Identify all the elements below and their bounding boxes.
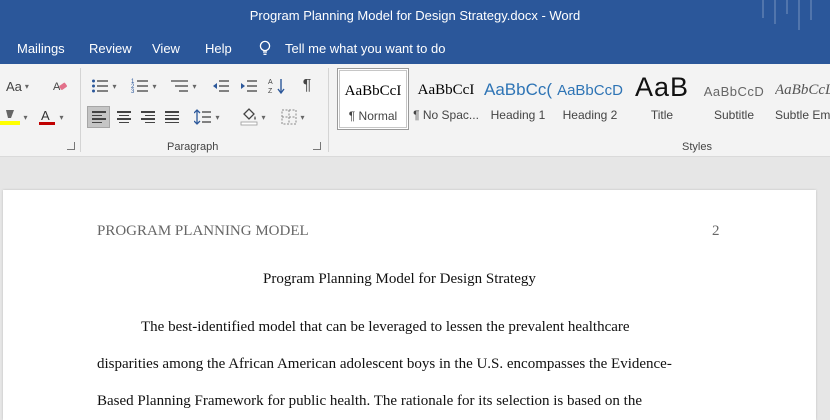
tell-me-search[interactable]: Tell me what you want to do — [285, 41, 445, 56]
page-number: 2 — [712, 223, 720, 239]
style-subtle-emphasis[interactable]: AaBbCcL Subtle Em... — [771, 68, 830, 130]
styles-group-label: Styles — [682, 141, 712, 153]
running-header: PROGRAM PLANNING MODEL — [97, 223, 309, 239]
shading-button[interactable]: ▾ — [236, 106, 270, 128]
eraser-icon: A — [53, 81, 68, 93]
style-heading-2[interactable]: AaBbCcD Heading 2 — [555, 68, 625, 130]
style-title[interactable]: AaB Title — [627, 68, 697, 130]
numbering-button[interactable]: 1 2 3 ▾ — [128, 75, 160, 97]
chevron-down-icon: ▾ — [215, 112, 220, 122]
change-case-button[interactable]: Aa ▾ — [6, 75, 29, 97]
highlighter-icon — [0, 110, 21, 125]
title-bar: Program Planning Model for Design Strate… — [0, 0, 830, 33]
paint-bucket-icon — [241, 108, 258, 126]
multilevel-list-icon — [171, 80, 189, 92]
style-name: Heading 2 — [562, 108, 618, 122]
chevron-down-icon: ▾ — [261, 112, 266, 122]
style-preview: AaB — [634, 72, 690, 102]
bullets-button[interactable]: ▾ — [88, 75, 120, 97]
chevron-down-icon: ▾ — [59, 112, 64, 122]
tab-mailings[interactable]: Mailings — [17, 41, 65, 56]
align-center-icon — [116, 111, 131, 123]
lightbulb-icon[interactable] — [258, 40, 272, 59]
style-normal[interactable]: AaBbCcI ¶ Normal — [337, 68, 409, 130]
line-spacing-icon — [194, 109, 212, 125]
decrease-indent-button[interactable] — [210, 75, 232, 97]
align-center-button[interactable] — [112, 106, 135, 128]
style-name: Subtle Em... — [775, 108, 830, 122]
svg-text:3: 3 — [131, 89, 135, 94]
svg-text:A: A — [268, 79, 273, 86]
chevron-down-icon: ▾ — [23, 112, 28, 122]
justify-button[interactable] — [160, 106, 183, 128]
ribbon-tabs: Mailings Review View Help Tell me what y… — [0, 33, 830, 64]
borders-icon — [281, 109, 297, 125]
style-preview: AaBbCcI — [344, 83, 402, 99]
body-line[interactable]: Based Planning Framework for public heal… — [97, 393, 642, 410]
style-preview: AaBbCcD — [703, 84, 765, 99]
style-name: ¶ No Spac... — [413, 108, 479, 122]
chevron-down-icon: ▾ — [24, 81, 29, 91]
style-preview: AaBbCc( — [483, 80, 553, 99]
borders-button[interactable]: ▾ — [276, 106, 310, 128]
document-area[interactable]: PROGRAM PLANNING MODEL 2 Program Plannin… — [0, 157, 830, 420]
numbering-icon: 1 2 3 — [131, 79, 149, 94]
chevron-down-icon: ▾ — [300, 112, 305, 122]
svg-text:A: A — [41, 108, 50, 123]
chevron-down-icon: ▾ — [152, 81, 157, 91]
align-right-icon — [140, 111, 155, 123]
font-color-button[interactable]: A ▾ — [35, 106, 67, 128]
pilcrow-icon: ¶ — [302, 77, 312, 94]
align-left-button[interactable] — [87, 106, 110, 128]
change-case-label: Aa — [6, 78, 22, 94]
tab-help[interactable]: Help — [205, 41, 232, 56]
body-line[interactable]: The best-identified model that can be le… — [141, 319, 630, 336]
style-preview: AaBbCcL — [775, 82, 830, 98]
highlight-color-button[interactable]: ▾ — [0, 106, 28, 128]
style-name: Subtitle — [713, 108, 755, 122]
document-page[interactable]: PROGRAM PLANNING MODEL 2 Program Plannin… — [3, 190, 816, 420]
paragraph-dialog-launcher[interactable] — [313, 142, 321, 150]
tab-review[interactable]: Review — [89, 41, 132, 56]
style-preview: AaBbCcD — [557, 82, 623, 99]
show-formatting-button[interactable]: ¶ — [296, 75, 318, 97]
decrease-indent-icon — [213, 80, 229, 92]
font-color-icon: A — [39, 108, 56, 125]
style-name: ¶ Normal — [348, 109, 398, 123]
font-dialog-launcher[interactable] — [67, 142, 75, 150]
ribbon-separator — [328, 68, 329, 152]
sort-icon: A Z — [268, 79, 285, 95]
sort-button[interactable]: A Z — [266, 75, 288, 97]
body-line[interactable]: disparities among the African American a… — [97, 356, 672, 373]
style-name: Heading 1 — [490, 108, 546, 122]
document-title[interactable]: Program Planning Model for Design Strate… — [263, 271, 536, 288]
style-subtitle[interactable]: AaBbCcD Subtitle — [699, 68, 769, 130]
ribbon-separator — [80, 68, 81, 152]
chevron-down-icon: ▾ — [112, 81, 117, 91]
paragraph-group-label: Paragraph — [167, 141, 219, 153]
style-no-spacing[interactable]: AaBbCcI ¶ No Spac... — [411, 68, 481, 130]
svg-text:Z: Z — [268, 88, 273, 95]
tab-view[interactable]: View — [152, 41, 180, 56]
multilevel-list-button[interactable]: ▾ — [168, 75, 200, 97]
style-name: Title — [650, 108, 674, 122]
justify-icon — [164, 111, 179, 123]
ribbon: Aa ▾ A ▾ A ▾ ▾ 1 2 3 ▾ ▾ A Z ¶ ▾ ▾ ▾ Par… — [0, 64, 830, 157]
increase-indent-button[interactable] — [238, 75, 260, 97]
align-left-icon — [91, 111, 106, 123]
increase-indent-icon — [241, 80, 257, 92]
align-right-button[interactable] — [136, 106, 159, 128]
window-title: Program Planning Model for Design Strate… — [249, 8, 581, 23]
clear-formatting-button[interactable]: A — [50, 75, 70, 97]
line-spacing-button[interactable]: ▾ — [190, 106, 224, 128]
style-preview: AaBbCcI — [417, 82, 475, 98]
style-heading-1[interactable]: AaBbCc( Heading 1 — [483, 68, 553, 130]
chevron-down-icon: ▾ — [192, 81, 197, 91]
bullets-icon — [92, 79, 109, 93]
